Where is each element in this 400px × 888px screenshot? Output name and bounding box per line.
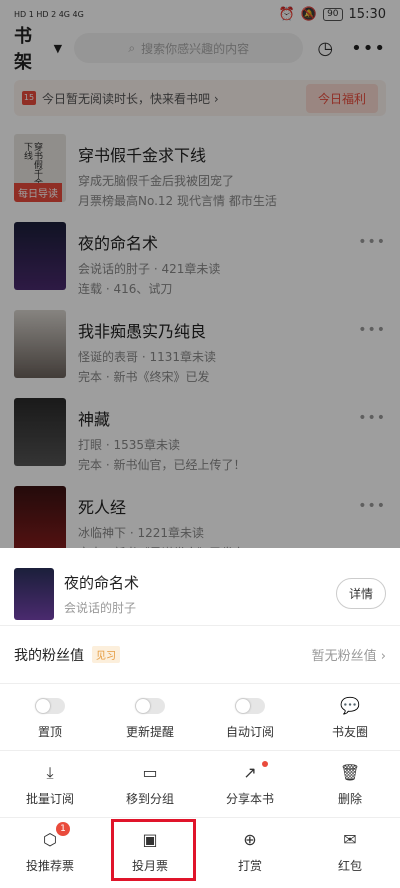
move-group-label: 移到分组 <box>125 791 174 806</box>
sheet-book-author: 会说话的肘子 <box>64 600 137 615</box>
reward-button[interactable]: ⊕ 打赏 <box>200 818 300 884</box>
batch-subscribe-button[interactable]: ⤓ 批量订阅 <box>0 751 100 817</box>
yuan-icon: ⊕ <box>243 830 257 849</box>
sheet-book-title: 夜的命名术 <box>64 573 140 592</box>
move-group-button[interactable]: ▭ 移到分组 <box>100 751 200 817</box>
delete-button[interactable]: 🗑 删除 <box>300 751 400 817</box>
actions-row: ⤓ 批量订阅 ▭ 移到分组 ↗ 分享本书 🗑 删除 <box>0 751 400 818</box>
red-packet-icon: ✉ <box>343 830 357 849</box>
recommend-badge: 1 <box>56 822 70 836</box>
red-packet-button[interactable]: ✉ 红包 <box>300 818 400 884</box>
book-circle-label: 书友圈 <box>331 724 368 739</box>
settings-row: 置顶 更新提醒 自动订阅 💬 书友圈 <box>0 684 400 751</box>
fans-value-row[interactable]: 我的粉丝值 见习 暂无粉丝值 › <box>0 626 400 684</box>
recommend-vote-label: 投推荐票 <box>25 858 74 873</box>
fans-value: 暂无粉丝值 › <box>311 649 386 664</box>
toggle-switch[interactable] <box>135 697 165 714</box>
book-circle-button[interactable]: 💬 书友圈 <box>300 684 400 750</box>
highlight-box <box>111 819 196 881</box>
pin-toggle[interactable]: 置顶 <box>0 684 100 750</box>
recommend-vote-button[interactable]: ⬡ 1 投推荐票 <box>0 818 100 884</box>
batch-subscribe-label: 批量订阅 <box>25 791 74 806</box>
book-action-sheet: 夜的命名术 会说话的肘子 详情 我的粉丝值 见习 暂无粉丝值 › 置顶 更新提醒… <box>0 548 400 888</box>
notification-dot <box>262 761 268 767</box>
auto-subscribe-label: 自动订阅 <box>225 724 274 739</box>
fans-label: 我的粉丝值 <box>14 647 84 664</box>
fans-level-badge: 见习 <box>92 646 120 663</box>
update-reminder-toggle[interactable]: 更新提醒 <box>100 684 200 750</box>
modal-backdrop[interactable] <box>0 0 400 548</box>
book-cover <box>14 567 54 620</box>
chat-bubble-icon: 💬 <box>340 696 360 715</box>
download-icon: ⤓ <box>46 762 54 782</box>
trash-icon: 🗑 <box>339 763 361 782</box>
share-icon: ↗ <box>243 763 257 782</box>
sheet-book-header: 夜的命名术 会说话的肘子 详情 <box>0 548 400 626</box>
toggle-switch[interactable] <box>35 697 65 714</box>
details-button[interactable]: 详情 <box>335 578 386 609</box>
pin-label: 置顶 <box>37 724 62 739</box>
red-packet-label: 红包 <box>337 858 362 873</box>
delete-label: 删除 <box>337 791 362 806</box>
toggle-switch[interactable] <box>235 697 265 714</box>
auto-subscribe-toggle[interactable]: 自动订阅 <box>200 684 300 750</box>
vote-row: ⬡ 1 投推荐票 ▣ 投月票 ⊕ 打赏 ✉ 红包 <box>0 818 400 884</box>
share-book-button[interactable]: ↗ 分享本书 <box>200 751 300 817</box>
ticket-icon: ⬡ <box>43 830 57 849</box>
update-reminder-label: 更新提醒 <box>125 724 174 739</box>
reward-label: 打赏 <box>237 858 262 873</box>
folder-icon: ▭ <box>142 763 158 782</box>
share-book-label: 分享本书 <box>225 791 274 806</box>
